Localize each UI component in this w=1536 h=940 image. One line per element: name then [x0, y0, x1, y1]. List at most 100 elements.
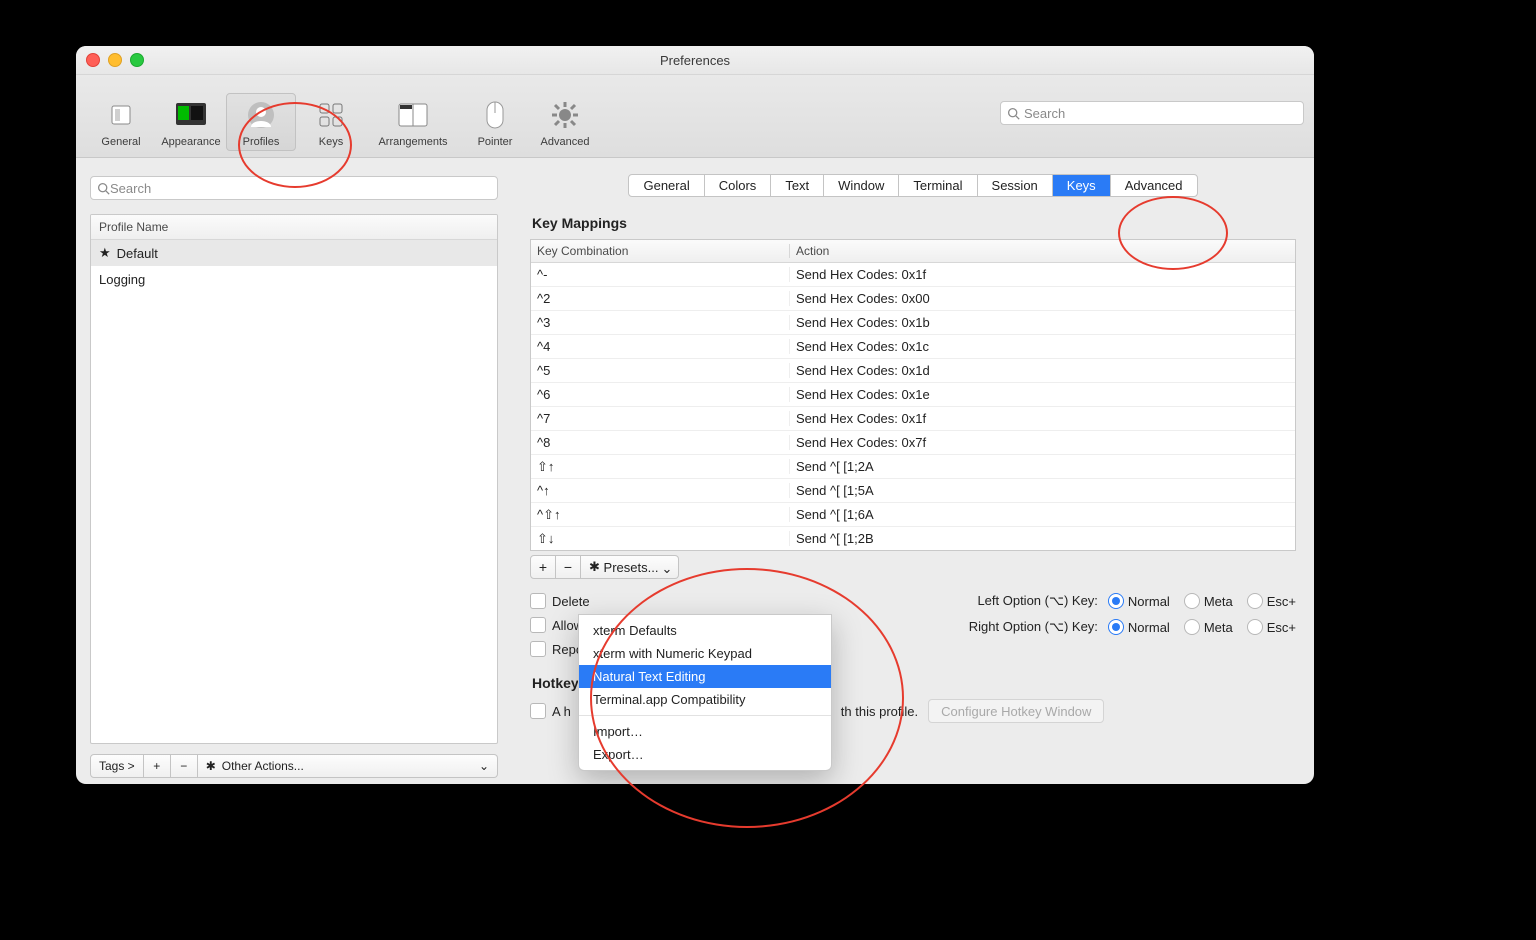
presets-menu[interactable]: xterm Defaultsxterm with Numeric KeypadN… — [578, 614, 832, 771]
toolbar-arrangements[interactable]: Arrangements — [366, 93, 460, 151]
profiles-sidebar: Search Profile Name ★DefaultLogging Tags… — [76, 158, 512, 792]
radio-escplus[interactable]: Esc+ — [1247, 619, 1296, 635]
radio-label: Meta — [1204, 594, 1233, 609]
toolbar-keys[interactable]: Keys — [296, 93, 366, 151]
radio-meta[interactable]: Meta — [1184, 619, 1233, 635]
column-action: Action — [790, 244, 1295, 258]
key-mapping-row[interactable]: ^↑Send ^[ [1;5A — [531, 479, 1295, 503]
radio-normal[interactable]: Normal — [1108, 593, 1170, 609]
key-mapping-row[interactable]: ⇧↓Send ^[ [1;2B — [531, 527, 1295, 550]
subtab-colors[interactable]: Colors — [705, 175, 772, 196]
checkbox-icon — [530, 593, 546, 609]
remove-mapping-button[interactable]: − — [556, 555, 581, 579]
configure-hotkey-button[interactable]: Configure Hotkey Window — [928, 699, 1104, 723]
toolbar-advanced[interactable]: Advanced — [530, 93, 600, 151]
toolbar-general[interactable]: General — [86, 93, 156, 151]
toolbar-label: Appearance — [161, 136, 220, 148]
column-key-combination: Key Combination — [531, 244, 790, 258]
toolbar-appearance[interactable]: Appearance — [156, 93, 226, 151]
zoom-icon[interactable] — [130, 53, 144, 67]
key-mapping-row[interactable]: ^-Send Hex Codes: 0x1f — [531, 263, 1295, 287]
presets-menu-item[interactable]: Import… — [579, 720, 831, 743]
presets-menu-item[interactable]: Export… — [579, 743, 831, 766]
presets-menu-item[interactable]: xterm Defaults — [579, 619, 831, 642]
profile-row[interactable]: Logging — [91, 266, 497, 292]
hotkey-text-suffix: th this profile. — [841, 704, 918, 719]
toolbar-label: Keys — [319, 136, 343, 148]
profile-list-header: Profile Name — [91, 215, 497, 240]
radio-escplus[interactable]: Esc+ — [1247, 593, 1296, 609]
key-combination: ⇧↑ — [531, 459, 789, 475]
add-mapping-button[interactable]: + — [530, 555, 556, 579]
arrangements-icon — [398, 100, 428, 130]
subtab-general[interactable]: General — [629, 175, 704, 196]
profile-row[interactable]: ★Default — [91, 240, 497, 266]
hotkey-checkbox[interactable]: A h — [530, 703, 571, 719]
key-mapping-row[interactable]: ^4Send Hex Codes: 0x1c — [531, 335, 1295, 359]
radio-meta[interactable]: Meta — [1184, 593, 1233, 609]
key-combination: ^⇧↑ — [531, 507, 789, 523]
toolbar-label: Pointer — [478, 136, 513, 148]
minimize-icon[interactable] — [108, 53, 122, 67]
toolbar-search[interactable]: Search — [1000, 101, 1304, 125]
subtab-terminal[interactable]: Terminal — [899, 175, 977, 196]
key-mappings-table[interactable]: Key Combination Action ^-Send Hex Codes:… — [530, 239, 1296, 551]
checkbox-icon — [530, 703, 546, 719]
key-combination: ^8 — [531, 435, 789, 450]
pointer-icon — [480, 100, 510, 130]
profile-subtabs: GeneralColorsTextWindowTerminalSessionKe… — [530, 174, 1296, 197]
left-option-label: Left Option (⌥) Key: — [938, 593, 1098, 609]
checkbox-icon — [530, 641, 546, 657]
radio-label: Esc+ — [1267, 620, 1296, 635]
key-combination: ^4 — [531, 339, 789, 354]
subtab-keys[interactable]: Keys — [1053, 175, 1111, 196]
presets-menu-item[interactable]: Terminal.app Compatibility — [579, 688, 831, 711]
delete-label: Delete — [552, 594, 590, 609]
profile-search[interactable]: Search — [90, 176, 498, 200]
key-mapping-row[interactable]: ^⇧↑Send ^[ [1;6A — [531, 503, 1295, 527]
window-controls — [86, 53, 144, 67]
key-action: Send Hex Codes: 0x1f — [789, 411, 1295, 426]
profile-name: Default — [117, 246, 158, 261]
subtab-session[interactable]: Session — [978, 175, 1053, 196]
subtab-window[interactable]: Window — [824, 175, 899, 196]
key-mapping-row[interactable]: ^3Send Hex Codes: 0x1b — [531, 311, 1295, 335]
key-action: Send Hex Codes: 0x1f — [789, 267, 1295, 282]
toolbar-profiles[interactable]: Profiles — [226, 93, 296, 151]
key-mapping-row[interactable]: ^6Send Hex Codes: 0x1e — [531, 383, 1295, 407]
toolbar-pointer[interactable]: Pointer — [460, 93, 530, 151]
gear-icon: ✱ — [589, 559, 600, 575]
presets-menu-item[interactable]: Natural Text Editing — [579, 665, 831, 688]
presets-menu-item[interactable]: xterm with Numeric Keypad — [579, 642, 831, 665]
delete-checkbox[interactable]: Delete — [530, 593, 591, 609]
gear-icon: ✱ — [206, 759, 216, 773]
key-mapping-row[interactable]: ^7Send Hex Codes: 0x1f — [531, 407, 1295, 431]
other-actions-button[interactable]: ✱ Other Actions... ⌄ — [198, 754, 498, 778]
key-mapping-row[interactable]: ^2Send Hex Codes: 0x00 — [531, 287, 1295, 311]
advanced-icon — [550, 100, 580, 130]
close-icon[interactable] — [86, 53, 100, 67]
toolbar-label: General — [101, 136, 140, 148]
key-mapping-row[interactable]: ^8Send Hex Codes: 0x7f — [531, 431, 1295, 455]
right-option-row: Right Option (⌥) Key: NormalMetaEsc+ — [938, 619, 1296, 635]
subtab-text[interactable]: Text — [771, 175, 824, 196]
titlebar: Preferences — [76, 46, 1314, 75]
chevron-down-icon: ⌄ — [662, 561, 673, 577]
key-action: Send Hex Codes: 0x1b — [789, 315, 1295, 330]
key-mapping-row[interactable]: ⇧↑Send ^[ [1;2A — [531, 455, 1295, 479]
presets-button[interactable]: ✱ Presets... ⌄ — [581, 555, 679, 579]
toolbar-label: Advanced — [541, 136, 590, 148]
subtab-advanced[interactable]: Advanced — [1111, 175, 1197, 196]
key-combination: ^7 — [531, 411, 789, 426]
add-profile-button[interactable]: + — [144, 754, 171, 778]
window-title: Preferences — [660, 53, 730, 68]
tags-button[interactable]: Tags > — [90, 754, 144, 778]
radio-icon — [1247, 593, 1263, 609]
key-mapping-row[interactable]: ^5Send Hex Codes: 0x1d — [531, 359, 1295, 383]
general-icon — [106, 100, 136, 130]
remove-profile-button[interactable]: − — [171, 754, 198, 778]
presets-label: Presets... — [604, 560, 659, 575]
key-action: Send Hex Codes: 0x7f — [789, 435, 1295, 450]
checkbox-icon — [530, 617, 546, 633]
radio-normal[interactable]: Normal — [1108, 619, 1170, 635]
